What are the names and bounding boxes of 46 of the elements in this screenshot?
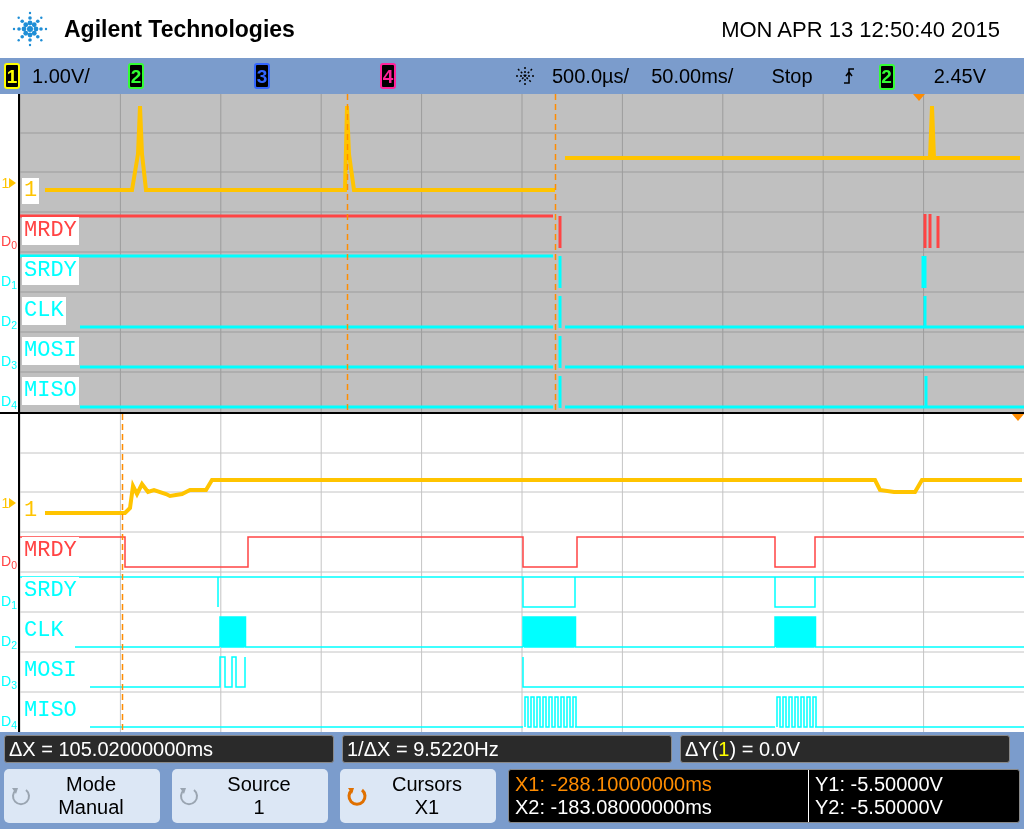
channel-label: 1 xyxy=(22,178,40,204)
spark-logo-icon xyxy=(10,9,50,49)
channel-indicator[interactable]: 4 xyxy=(380,63,396,89)
signal-label: SRDY xyxy=(22,257,79,285)
measurement-readout: ΔX = 105.02000000ms xyxy=(4,735,334,763)
date-time: MON APR 13 12:50:40 2015 xyxy=(721,15,1000,44)
channel-marker: 1 xyxy=(1,176,10,190)
signal-label: CLK xyxy=(22,297,66,325)
channel-marker: D$_{2}$ xyxy=(1,634,17,648)
cursor-y-value: Y1: -5.50000V xyxy=(815,773,944,796)
channel-marker: D$_{4}$ xyxy=(1,714,17,728)
trigger-level: 2.45V xyxy=(933,64,986,89)
signal-label: MOSI xyxy=(22,337,79,365)
timebase-zoom: 50.00ms/ xyxy=(651,64,734,89)
measurement-readout: ΔY(1) = 0.0V xyxy=(680,735,1010,763)
ground-arrow-icon xyxy=(9,498,17,508)
channel-scale: 1.00V/ xyxy=(32,64,90,89)
channel-indicator[interactable]: 2 xyxy=(128,63,144,89)
channel-marker: D$_{1}$ xyxy=(1,274,17,288)
channel-marker: D$_{0}$ xyxy=(1,554,17,568)
channel-marker: D$_{3}$ xyxy=(1,674,17,688)
channel-marker: D$_{2}$ xyxy=(1,314,17,328)
cursor-y-value: Y2: -5.50000V xyxy=(815,796,944,819)
channel-marker: D$_{1}$ xyxy=(1,594,17,608)
channel-marker: D$_{4}$ xyxy=(1,394,17,408)
timebase-main: 500.0µs/ xyxy=(552,64,630,89)
channel-marker: D$_{0}$ xyxy=(1,234,17,248)
channel-indicator[interactable]: 2 xyxy=(878,63,895,90)
softkey-button[interactable]: Cursors X1 xyxy=(340,769,496,823)
trigger-marker-icon xyxy=(1012,414,1024,421)
measurement-readout: 1/ΔX = 9.5220Hz xyxy=(342,735,672,763)
rising-edge-icon xyxy=(842,67,855,85)
channel-indicator[interactable]: 1 xyxy=(4,63,20,89)
run-state: Stop xyxy=(771,64,813,89)
cursor-x-value: X1: -288.10000000ms xyxy=(515,773,713,796)
softkey-button[interactable]: Mode Manual xyxy=(4,769,160,823)
brand-name: Agilent Technologies xyxy=(64,14,295,44)
signal-label: MISO xyxy=(22,377,79,405)
channel-marker: D$_{3}$ xyxy=(1,354,17,368)
channel-indicator[interactable]: 3 xyxy=(254,63,270,89)
ground-arrow-icon xyxy=(9,178,17,188)
sparkle-icon xyxy=(514,66,536,86)
channel-marker: 1 xyxy=(1,496,10,510)
signal-label: MRDY xyxy=(22,217,79,245)
cursor-x-value: X2: -183.08000000ms xyxy=(515,796,713,819)
softkey-button[interactable]: Source 1 xyxy=(172,769,328,823)
